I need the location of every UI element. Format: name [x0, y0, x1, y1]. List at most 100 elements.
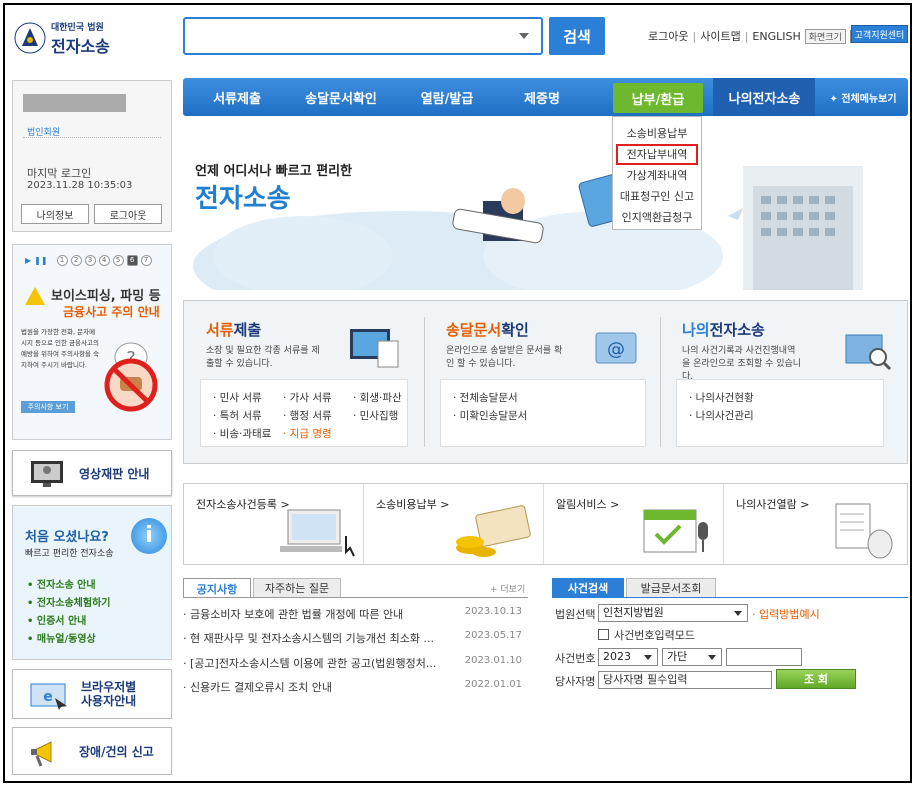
quick-case-register[interactable]: 전자소송사건등록 >	[184, 484, 364, 564]
nav-item-filing[interactable]: 서류제출	[193, 78, 281, 116]
link-civil[interactable]: · 민사 서류	[213, 390, 262, 405]
tab-notice[interactable]: 공지사항	[183, 578, 251, 598]
first-visit-subtitle: 빠르고 편리한 전자소송	[25, 549, 114, 559]
case-type-select[interactable]: 가단	[662, 648, 722, 666]
tab-issued-doc[interactable]: 발급문서조회	[626, 578, 716, 598]
case-divider	[552, 597, 908, 598]
chevron-down-icon[interactable]	[519, 33, 529, 39]
main-nav: 서류제출 송달문서확인 열람/발급 제증명 납부/환급 나의전자소송 ✦ 전체메…	[183, 78, 908, 116]
coins-card-icon	[456, 505, 531, 557]
report-link[interactable]: 장애/건의 신고	[12, 727, 172, 775]
quick-menu: 전자소송사건등록 > 소송비용납부 > 알림서비스 > 나의사건열람 >	[183, 483, 908, 565]
input-example-link[interactable]: · 입력방법예시	[752, 606, 820, 622]
link-experience[interactable]: • 전자소송체험하기	[27, 594, 110, 609]
link-guide[interactable]: • 전자소송 안내	[27, 576, 96, 591]
service-filing-title[interactable]: 서류제출	[206, 319, 261, 340]
service-delivery-desc: 온라인으로 송달받은 문서를 확인 할 수 있습니다.	[446, 346, 563, 369]
menu-item-payment-history[interactable]: 전자납부내역	[616, 144, 698, 165]
link-all-delivery[interactable]: · 전체송달문서	[453, 390, 518, 405]
warning-more-button[interactable]: 주의사항 보기	[21, 401, 75, 413]
service-filing: 서류제출 소장 및 필요한 각종 서류를 제출할 수 있습니다. · 민사 서류…	[184, 301, 424, 465]
case-mode-checkbox[interactable]	[598, 629, 609, 640]
all-menu-link[interactable]: ✦ 전체메뉴보기	[823, 78, 903, 116]
quick-my-case-view[interactable]: 나의사건열람 >	[724, 484, 907, 564]
notice-row[interactable]: · [공고]전자소송시스템 이용에 관한 공고(법원행정처... 2023.01.…	[183, 655, 528, 675]
link-family[interactable]: · 가사 서류	[283, 390, 332, 405]
video-trial-link[interactable]: 영상재판 안내	[12, 450, 172, 496]
nav-item-delivery[interactable]: 송달문서확인	[291, 78, 391, 116]
quick-my-case-view-label: 나의사건열람 >	[736, 498, 810, 511]
logout-link[interactable]: 로그아웃	[648, 28, 688, 44]
tab-faq[interactable]: 자주하는 질문	[253, 578, 341, 598]
service-delivery-title[interactable]: 송달문서확인	[446, 319, 529, 340]
utility-links: 로그아웃 | 사이트맵 | ENGLISH 화면크기 + -	[648, 28, 880, 44]
play-icon[interactable]: ▶	[25, 256, 31, 265]
service-my-case-links: · 나의사건현황 · 나의사건관리	[676, 379, 884, 447]
last-login-time: 2023.11.28 10:35:03	[27, 180, 133, 191]
menu-item-fee-payment[interactable]: 소송비용납부	[613, 123, 701, 144]
nav-item-payment[interactable]: 납부/환급	[613, 83, 703, 113]
case-mode-label: 사건번호입력모드	[614, 629, 695, 642]
menu-item-virtual-account[interactable]: 가상계좌내역	[613, 165, 701, 186]
notice-row[interactable]: · 금융소비자 보호에 관한 법률 개정에 따른 안내 2023.10.13	[183, 606, 528, 626]
link-manual[interactable]: • 매뉴얼/동영상	[27, 630, 96, 645]
banner-page-3[interactable]: 3	[84, 255, 96, 266]
tab-case-search[interactable]: 사건검색	[552, 578, 624, 598]
voice-description: 법원을 가장한 전화, 문자메시지 등으로 인한 금융사고의 예방을 위하여 주…	[21, 328, 99, 369]
services-panel: 서류제출 소장 및 필요한 각종 서류를 제출할 수 있습니다. · 민사 서류…	[183, 300, 908, 464]
user-name-redacted	[23, 94, 126, 112]
search-button[interactable]: 검색	[549, 17, 605, 55]
quick-fee-payment[interactable]: 소송비용납부 >	[364, 484, 544, 564]
link-administrative[interactable]: · 행정 서류	[283, 408, 332, 423]
query-button[interactable]: 조 회	[776, 669, 856, 689]
notice-row[interactable]: · 신용카드 결제오류시 조치 안내 2022.01.01	[183, 679, 528, 699]
sitemap-link[interactable]: 사이트맵	[700, 28, 740, 44]
year-select[interactable]: 2023	[598, 648, 658, 666]
link-unread-delivery[interactable]: · 미확인송달문서	[453, 408, 527, 423]
logout-button[interactable]: 로그아웃	[94, 204, 162, 224]
nav-item-view-issue[interactable]: 열람/발급	[403, 78, 491, 116]
question-icon: i	[131, 518, 167, 554]
case-number-input[interactable]	[726, 648, 802, 666]
banner-page-7[interactable]: 7	[140, 255, 152, 266]
link-civil-execution[interactable]: · 민사집행	[353, 408, 398, 423]
banner-page-4[interactable]: 4	[98, 255, 110, 266]
banner-page-1[interactable]: 1	[56, 255, 68, 266]
notice-more-link[interactable]: + 더보기	[490, 582, 525, 595]
link-patent[interactable]: · 특허 서류	[213, 408, 262, 423]
menu-item-stamp-refund[interactable]: 인지액환급청구	[613, 207, 701, 228]
notice-row[interactable]: · 현 재판사무 및 전자소송시스템의 기능개선 최소화 ... 2023.05.…	[183, 630, 528, 650]
menu-item-representative-claim[interactable]: 대표청구인 신고	[613, 186, 701, 207]
party-input[interactable]: 당사자명 필수입력	[598, 671, 772, 689]
banner-controls: ▶ ❚❚ 1 2 3 4 5 6 7	[25, 255, 152, 266]
hero-illustration	[193, 166, 863, 290]
nav-item-certificate[interactable]: 제증명	[503, 78, 581, 116]
link-certificate[interactable]: • 인증서 안내	[27, 612, 86, 627]
english-link[interactable]: ENGLISH	[752, 30, 800, 43]
nav-item-my-case[interactable]: 나의전자소송	[717, 78, 812, 116]
case-number-label: 사건번호	[555, 652, 596, 665]
help-center-button[interactable]: 고객지원센터	[851, 25, 908, 43]
service-my-case-title[interactable]: 나의전자소송	[682, 319, 765, 340]
logo-title: 전자소송	[51, 37, 110, 56]
browser-guide-link[interactable]: e 브라우저별 사용자안내	[12, 669, 172, 719]
link-non-litigation[interactable]: · 비송·과태료	[213, 426, 271, 441]
link-my-case-manage[interactable]: · 나의사건관리	[689, 408, 754, 423]
service-filing-links: · 민사 서류 · 특허 서류 · 비송·과태료 · 가사 서류 · 행정 서류…	[200, 379, 408, 447]
computer-icon	[280, 509, 355, 557]
svg-text:e: e	[43, 689, 53, 705]
banner-page-2[interactable]: 2	[70, 255, 82, 266]
zoom-label: 화면크기	[804, 28, 846, 44]
quick-notification[interactable]: 알림서비스 >	[544, 484, 724, 564]
link-payment-order[interactable]: · 지급 명령	[283, 426, 332, 441]
court-select[interactable]: 인천지방법원	[598, 604, 748, 622]
banner-page-6[interactable]: 6	[126, 255, 138, 266]
link-bankruptcy[interactable]: · 회생·파산	[353, 390, 402, 405]
link-my-case-status[interactable]: · 나의사건현황	[689, 390, 754, 405]
my-info-button[interactable]: 나의정보	[21, 204, 89, 224]
voice-phishing-banner: ▶ ❚❚ 1 2 3 4 5 6 7 보이스피싱, 파밍 등 금융사고 주의 안…	[12, 244, 172, 440]
court-logo[interactable]: 대한민국 법원 전자소송	[14, 18, 164, 58]
pause-icon[interactable]: ❚❚	[34, 256, 47, 265]
search-input[interactable]	[183, 17, 543, 55]
banner-page-5[interactable]: 5	[112, 255, 124, 266]
